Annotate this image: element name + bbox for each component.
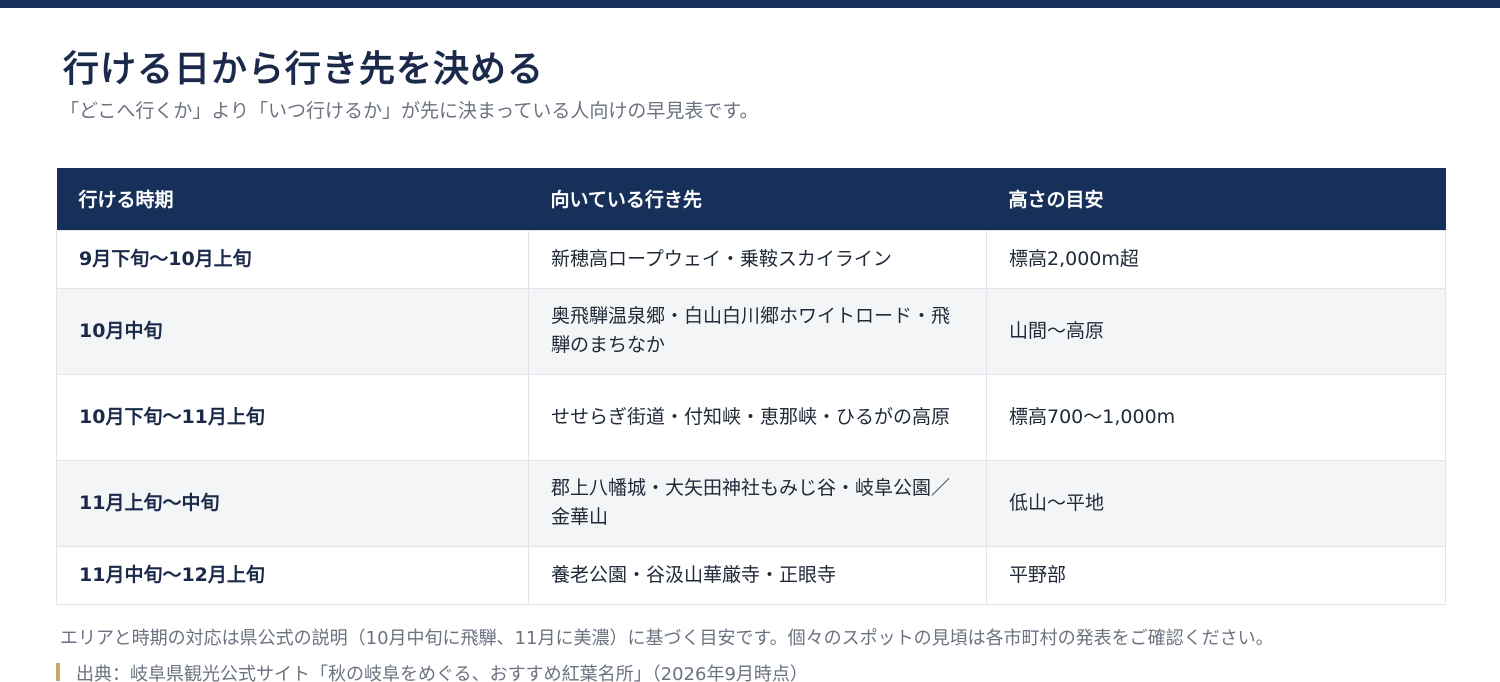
cell-destination: 養老公園・谷汲山華厳寺・正眼寺 xyxy=(528,545,987,605)
page-title: 行ける日から行き先を決める xyxy=(63,49,545,90)
top-accent-bar xyxy=(0,0,1500,8)
page-subtitle: 「どこへ行くか」より「いつ行けるか」が先に決まっている人向けの早見表です。 xyxy=(60,100,759,122)
footnote: エリアと時期の対応は県公式の説明（10月中旬に飛騨、11月に美濃）に基づく目安で… xyxy=(60,628,1274,649)
table-row: 9月下旬〜10月上旬 新穂高ロープウェイ・乗鞍スカイライン 標高2,000m超 xyxy=(56,229,1446,289)
cell-destination: せせらぎ街道・付知峡・恵那峡・ひるがの高原 xyxy=(528,373,987,461)
cell-altitude: 山間〜高原 xyxy=(986,287,1446,375)
cell-period: 10月中旬 xyxy=(56,287,529,375)
column-header-period: 行ける時期 xyxy=(56,168,529,230)
cell-destination: 新穂高ロープウェイ・乗鞍スカイライン xyxy=(528,229,987,289)
cell-period: 11月中旬〜12月上旬 xyxy=(56,545,529,605)
column-header-destination: 向いている行き先 xyxy=(528,168,987,230)
cell-destination: 奥飛騨温泉郷・白山白川郷ホワイトロード・飛騨のまちなか xyxy=(528,287,987,375)
cell-period: 10月下旬〜11月上旬 xyxy=(56,373,529,461)
table-row: 11月中旬〜12月上旬 養老公園・谷汲山華厳寺・正眼寺 平野部 xyxy=(56,545,1446,605)
cell-altitude: 標高2,000m超 xyxy=(986,229,1446,289)
source-text: 出典：岐阜県観光公式サイト「秋の岐阜をめぐる、おすすめ紅葉名所」（2026年9月… xyxy=(76,664,808,682)
season-destination-table: 行ける時期 向いている行き先 高さの目安 9月下旬〜10月上旬 新穂高ロープウェ… xyxy=(56,168,1446,605)
cell-altitude: 低山〜平地 xyxy=(986,459,1446,547)
table-row: 11月上旬〜中旬 郡上八幡城・大矢田神社もみじ谷・岐阜公園／金華山 低山〜平地 xyxy=(56,459,1446,547)
table-row: 10月下旬〜11月上旬 せせらぎ街道・付知峡・恵那峡・ひるがの高原 標高700〜… xyxy=(56,373,1446,461)
column-header-altitude: 高さの目安 xyxy=(986,168,1446,230)
cell-destination: 郡上八幡城・大矢田神社もみじ谷・岐阜公園／金華山 xyxy=(528,459,987,547)
cell-period: 11月上旬〜中旬 xyxy=(56,459,529,547)
cell-period: 9月下旬〜10月上旬 xyxy=(56,229,529,289)
table-header-row: 行ける時期 向いている行き先 高さの目安 xyxy=(56,168,1446,230)
source-accent-mark xyxy=(56,663,60,681)
cell-altitude: 平野部 xyxy=(986,545,1446,605)
source-citation: 出典：岐阜県観光公式サイト「秋の岐阜をめぐる、おすすめ紅葉名所」（2026年9月… xyxy=(56,660,808,682)
cell-altitude: 標高700〜1,000m xyxy=(986,373,1446,461)
table-row: 10月中旬 奥飛騨温泉郷・白山白川郷ホワイトロード・飛騨のまちなか 山間〜高原 xyxy=(56,287,1446,375)
